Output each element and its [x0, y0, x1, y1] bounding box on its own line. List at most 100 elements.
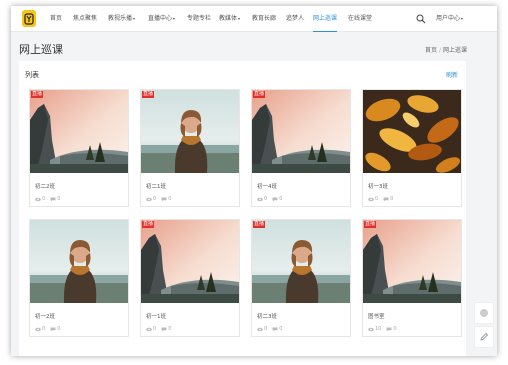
- comment-count-value: 0: [393, 326, 397, 332]
- live-badge: 直播: [142, 221, 155, 228]
- comment-icon: [386, 327, 392, 331]
- classroom-thumbnail[interactable]: [30, 220, 128, 303]
- nav-item[interactable]: 专题专栏: [187, 6, 211, 32]
- classroom-title[interactable]: 初二2班: [35, 182, 55, 190]
- view-count-value: 0: [264, 196, 268, 202]
- comment-icon: [272, 327, 278, 331]
- comment-count-value: 0: [390, 196, 394, 202]
- nav-item[interactable]: 首页: [50, 6, 62, 32]
- eye-icon: [368, 327, 374, 331]
- live-badge: 直播: [31, 91, 44, 98]
- classroom-thumbnail[interactable]: 直播: [252, 220, 350, 303]
- user-center-menu[interactable]: 用户中心▾: [436, 6, 463, 32]
- view-count: 10: [368, 326, 381, 332]
- chevron-down-icon: ▾: [238, 16, 241, 21]
- comment-count-value: 0: [168, 196, 172, 202]
- comment-icon: [272, 197, 278, 201]
- site-logo[interactable]: [22, 10, 36, 27]
- logo-icon: [24, 12, 34, 25]
- chevron-down-icon: ▾: [461, 16, 464, 21]
- eye-icon: [146, 327, 152, 331]
- view-count-value: 0: [153, 196, 157, 202]
- nav-item[interactable]: 网上巡课: [313, 6, 338, 32]
- classroom-thumbnail[interactable]: [363, 90, 461, 173]
- comment-icon: [161, 197, 167, 201]
- breadcrumb-home[interactable]: 首页: [425, 47, 437, 54]
- classroom-thumbnail[interactable]: 直播: [30, 90, 128, 173]
- nav-item-label: 在线课堂: [348, 15, 373, 22]
- breadcrumb-separator: /: [438, 47, 441, 54]
- browser-frame: 首页 焦点聚焦 教视乐播▾ 直播中心▾ 专题专栏 教媒体▾ 教育长廊 追梦人 网上巡课 在线课堂 …: [11, 6, 497, 356]
- view-count: 0: [35, 196, 45, 202]
- nav-item-label: 专题专栏: [187, 15, 212, 22]
- classroom-title[interactable]: 初二3班: [257, 312, 277, 320]
- classroom-thumbnail[interactable]: 直播: [141, 220, 239, 303]
- nav-item[interactable]: 教媒体▾: [219, 6, 240, 32]
- live-badge: 直播: [253, 91, 266, 98]
- classroom-card[interactable]: 直播图书室 10 0: [362, 219, 462, 337]
- view-count: 0: [257, 326, 267, 332]
- nav-item[interactable]: 在线课堂: [348, 6, 372, 32]
- nav-item-label: 首页: [50, 15, 63, 22]
- comment-count-value: 0: [57, 326, 61, 332]
- user-center-label: 用户中心: [436, 15, 461, 22]
- comment-icon: [161, 327, 167, 331]
- view-count-value: 0: [375, 196, 379, 202]
- chevron-down-icon: ▾: [133, 16, 136, 21]
- back-to-top-button[interactable]: [474, 302, 494, 324]
- classroom-title[interactable]: 图书室: [368, 312, 385, 320]
- view-count: 0: [368, 196, 378, 202]
- classroom-card[interactable]: 直播初二2班 0 0: [29, 89, 129, 207]
- classroom-card[interactable]: 直播 初二3班 0 0: [251, 219, 351, 337]
- chevron-down-icon: ▾: [173, 16, 176, 21]
- nav-item-label: 直播中心: [148, 15, 173, 22]
- view-count-value: 0: [264, 326, 268, 332]
- classroom-title[interactable]: 初一4班: [257, 182, 277, 190]
- comment-count: 0: [272, 196, 282, 202]
- breadcrumb: 首页 / 网上巡课: [425, 45, 467, 54]
- card-stats: 10 0: [368, 326, 402, 332]
- classroom-title[interactable]: 初二1班: [146, 182, 166, 190]
- eye-icon: [368, 197, 374, 201]
- comment-count: 0: [50, 326, 60, 332]
- search-icon[interactable]: [416, 14, 426, 24]
- classroom-title[interactable]: 初一2班: [35, 312, 55, 320]
- classroom-card[interactable]: 初一2班 0 0: [29, 219, 129, 337]
- page-header: 网上巡课 首页 / 网上巡课: [11, 33, 497, 61]
- card-stats: 0 0: [368, 196, 398, 202]
- classroom-thumbnail[interactable]: 直播: [363, 220, 461, 303]
- nav-item-label: 教视乐播: [108, 15, 133, 22]
- nav-item[interactable]: 教视乐播▾: [108, 6, 135, 32]
- classroom-card[interactable]: 直播 初一1班 0 0: [140, 219, 240, 337]
- view-count: 0: [257, 196, 267, 202]
- card-stats: 0 0: [146, 196, 176, 202]
- view-count-value: 0: [42, 196, 46, 202]
- comment-count: 0: [383, 196, 393, 202]
- refresh-link[interactable]: 刷新: [446, 70, 458, 79]
- nav-item[interactable]: 焦点聚焦: [73, 6, 97, 32]
- classroom-card[interactable]: 初一3班 0 0: [362, 89, 462, 207]
- nav-item-label: 网上巡课: [313, 15, 338, 22]
- classroom-card[interactable]: 直播初一4班 0 0: [251, 89, 351, 207]
- nav-item[interactable]: 追梦人: [286, 6, 304, 32]
- comment-icon: [50, 197, 56, 201]
- comment-count-value: 0: [168, 326, 172, 332]
- classroom-thumbnail[interactable]: 直播: [141, 90, 239, 173]
- comment-count: 0: [50, 196, 60, 202]
- classroom-thumbnail[interactable]: 直播: [252, 90, 350, 173]
- nav-item[interactable]: 教育长廊: [252, 6, 276, 32]
- eye-icon: [257, 197, 263, 201]
- view-count: 0: [35, 326, 45, 332]
- classroom-card[interactable]: 直播初二1班 0 0: [140, 89, 240, 207]
- classroom-title[interactable]: 初一3班: [368, 182, 388, 190]
- nav-item-label: 教媒体: [219, 15, 238, 22]
- classroom-title[interactable]: 初一1班: [146, 312, 166, 320]
- nav-item[interactable]: 直播中心▾: [148, 6, 175, 32]
- view-count-value: 0: [42, 326, 46, 332]
- edit-button[interactable]: [474, 326, 494, 348]
- comment-count: 0: [386, 326, 397, 332]
- eye-icon: [257, 327, 263, 331]
- card-stats: 0 0: [35, 196, 65, 202]
- nav-item-label: 焦点聚焦: [73, 15, 98, 22]
- comment-count: 0: [161, 326, 171, 332]
